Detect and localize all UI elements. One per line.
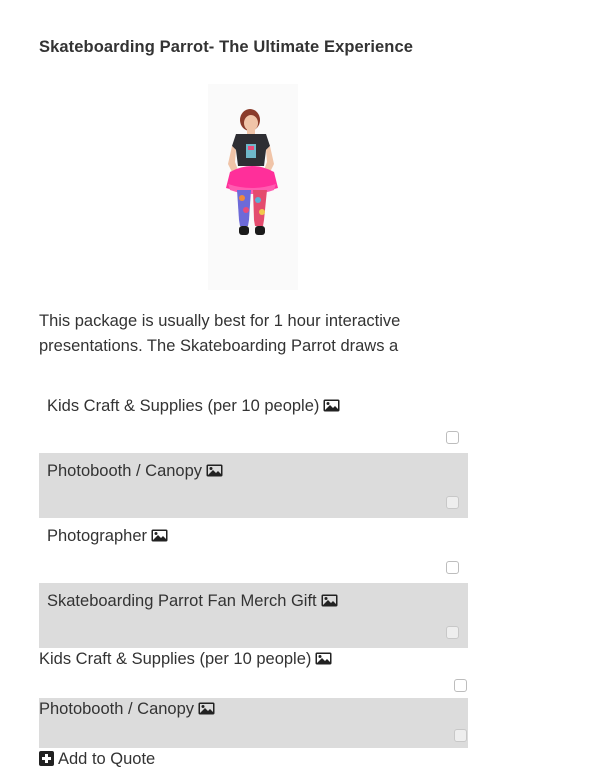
addon-label: Kids Craft & Supplies (per 10 people) [47,397,340,416]
image-icon [151,529,168,542]
addon-row-fan-merch: Skateboarding Parrot Fan Merch Gift [39,583,468,648]
image-icon [323,399,340,412]
addon-row-photobooth: Photobooth / Canopy [39,453,468,518]
addon-checkbox[interactable] [446,561,459,574]
addon-row-photobooth-secondary: Photobooth / Canopy [39,698,468,748]
addon-label: Skateboarding Parrot Fan Merch Gift [47,592,338,611]
addon-checkbox[interactable] [446,626,459,639]
addon-label: Kids Craft & Supplies (per 10 people) [39,650,332,669]
image-icon [315,652,332,665]
product-photo [208,84,298,290]
addon-row-kids-craft-secondary: Kids Craft & Supplies (per 10 people) [39,648,468,698]
addon-row-photographer: Photographer [39,518,468,583]
add-to-quote-button[interactable]: Add to Quote [39,750,155,769]
addon-checkbox[interactable] [446,431,459,444]
addon-label: Photographer [47,527,168,546]
addon-label: Photobooth / Canopy [47,462,223,481]
addon-checkbox[interactable] [454,679,467,692]
image-icon [321,594,338,607]
product-title: Skateboarding Parrot- The Ultimate Exper… [39,38,414,56]
addon-checkbox[interactable] [454,729,467,742]
product-description: This package is usually best for 1 hour … [39,312,401,355]
addon-row-kids-craft: Kids Craft & Supplies (per 10 people) [39,388,468,453]
image-icon [206,464,223,477]
add-to-quote-label: Add to Quote [58,750,156,768]
addon-label: Photobooth / Canopy [39,700,215,719]
addon-checkbox[interactable] [446,496,459,509]
plus-square-icon [39,751,54,766]
image-icon [198,702,215,715]
